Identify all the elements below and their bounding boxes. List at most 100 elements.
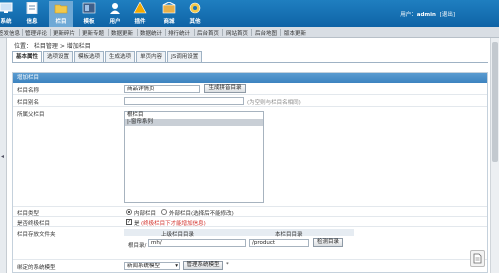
nav-column[interactable]: 栏目 — [49, 1, 73, 27]
name-input[interactable]: 商品详情页 — [124, 85, 200, 93]
nav-shop[interactable]: 商城 — [157, 1, 181, 25]
shop-icon — [161, 1, 177, 15]
menu-item[interactable]: 数据更新 — [111, 29, 133, 37]
menu-item[interactable]: 数据统计 — [140, 29, 162, 37]
final-checkbox[interactable]: ✓ — [126, 219, 132, 225]
type-external-radio[interactable] — [161, 209, 167, 215]
user-name: admin — [416, 12, 436, 18]
user-icon — [107, 1, 123, 15]
menu-separator — [22, 29, 23, 36]
tab-options[interactable]: 选项设置 — [43, 51, 74, 62]
menu-item[interactable]: 更新碎片 — [53, 29, 75, 37]
manage-model-button[interactable]: 管理系统模型 — [183, 261, 223, 270]
dir-self-header: 本栏目目录 — [275, 232, 303, 238]
menu-item[interactable]: 后台地图 — [255, 29, 277, 37]
row-final: 是否终极栏目 ✓ 是 (终极栏目下才能增加信息) — [13, 217, 487, 227]
menu-item[interactable]: 网站首页 — [226, 29, 248, 37]
menu-item[interactable]: 后台首页 — [197, 29, 219, 37]
alias-label: 栏目别名 — [17, 100, 40, 106]
menu-separator — [222, 29, 223, 36]
panel-title: 增加栏目 — [13, 73, 487, 83]
nav-plugin[interactable]: 插件 — [128, 1, 152, 25]
plugin-icon — [132, 1, 148, 15]
generate-pinyin-button[interactable]: 生成拼音目录 — [204, 84, 246, 93]
row-parent: 所属父栏目 根栏目 |-窗帘系列 — [13, 107, 487, 207]
alias-hint: (为空则与栏目名相同) — [247, 100, 301, 106]
tab-template[interactable]: 模板选项 — [74, 51, 105, 62]
row-model: 绑定的系统模型 新闻系统模型 ▾ 管理系统模型 * — [13, 260, 487, 272]
name-label: 栏目名称 — [17, 88, 40, 94]
system-icon — [0, 1, 14, 15]
tab-generate[interactable]: 生成选项 — [105, 51, 136, 62]
gear-icon — [187, 1, 203, 15]
row-directory: 栏目存放文件夹 上级栏目目录 本栏目目录 根目录/ mh/ /product 检… — [13, 227, 487, 260]
final-yes-text: 是 — [134, 221, 140, 227]
tab-page-content[interactable]: 单页内容 — [136, 51, 167, 62]
menu-separator — [165, 29, 166, 36]
info-icon — [24, 1, 40, 15]
row-alias: 栏目别名 (为空则与栏目名相同) — [13, 95, 487, 107]
row-name: 栏目名称 商品详情页 生成拼音目录 — [13, 83, 487, 95]
nav-label: 用户 — [109, 19, 121, 25]
document-icon[interactable] — [470, 250, 485, 267]
nav-label: 信息 — [26, 19, 38, 25]
tab-basic[interactable]: 基本属性 — [12, 51, 43, 62]
directory-header-row — [124, 229, 354, 236]
nav-system[interactable]: 系统 — [0, 1, 18, 25]
menu-item[interactable]: 签发信息 — [0, 29, 20, 37]
quick-menu-bar: 签发信息 管理评论 更新碎片 更新专题 数据更新 数据统计 排行统计 后台首页 … — [0, 27, 499, 38]
dir-parent-input[interactable]: mh/ — [148, 239, 246, 247]
parent-label: 所属父栏目 — [17, 112, 45, 118]
nav-info[interactable]: 信息 — [20, 1, 44, 25]
menu-separator — [79, 29, 80, 36]
menu-separator — [280, 29, 281, 36]
alias-input[interactable] — [124, 97, 244, 105]
logout-link[interactable]: [退出] — [440, 12, 455, 18]
nav-label: 其他 — [189, 19, 201, 25]
nav-template[interactable]: 模板 — [77, 1, 101, 25]
breadcrumb: 位置： 栏目管理 > 增加栏目 — [14, 43, 91, 50]
tab-divider — [12, 62, 488, 63]
nav-label: 栏目 — [55, 19, 67, 25]
menu-item[interactable]: 排行统计 — [168, 29, 190, 37]
directory-label: 栏目存放文件夹 — [17, 232, 56, 238]
type-internal-radio[interactable] — [126, 209, 132, 215]
menu-item[interactable]: 管理评论 — [25, 29, 47, 37]
parent-option[interactable]: 根栏目 — [125, 112, 263, 119]
menu-separator — [108, 29, 109, 36]
menu-item[interactable]: 版本更新 — [284, 29, 306, 37]
dir-self-input[interactable]: /product — [249, 239, 309, 247]
template-icon — [81, 1, 97, 15]
menu-separator — [137, 29, 138, 36]
top-header: 系统 信息 栏目 模板 用户 插件 商城 其他 用户：admin [退出] — [0, 0, 499, 27]
vertical-scrollbar[interactable] — [490, 38, 499, 273]
final-label: 是否终极栏目 — [17, 221, 51, 227]
tab-js-settings[interactable]: JS调用设置 — [167, 51, 203, 62]
dir-parent-header: 上级栏目目录 — [161, 232, 195, 238]
menu-separator — [50, 29, 51, 36]
scrollbar-thumb[interactable] — [492, 42, 498, 162]
row-type: 栏目类型 内部栏目 外部栏目(选择后不能修改) — [13, 207, 487, 217]
sidebar-collapsed-strip[interactable]: ◂ — [0, 38, 7, 273]
nav-label: 系统 — [0, 19, 12, 25]
menu-item[interactable]: 更新专题 — [82, 29, 104, 37]
nav-label: 模板 — [83, 19, 95, 25]
nav-user[interactable]: 用户 — [103, 1, 127, 25]
type-external-text: 外部栏目(选择后不能修改) — [169, 211, 234, 217]
type-label: 栏目类型 — [17, 211, 40, 217]
parent-listbox[interactable]: 根栏目 |-窗帘系列 — [124, 111, 264, 203]
dir-root-text: 根目录/ — [128, 243, 147, 249]
required-asterisk: * — [226, 262, 229, 268]
final-hint: (终极栏目下才能增加信息) — [141, 221, 206, 227]
menu-separator — [194, 29, 195, 36]
parent-option-selected[interactable]: |-窗帘系列 — [125, 119, 263, 126]
nav-other[interactable]: 其他 — [183, 1, 207, 25]
check-directory-button[interactable]: 检测目录 — [313, 238, 343, 247]
nav-label: 插件 — [134, 19, 146, 25]
column-folder-icon — [53, 1, 69, 15]
user-prefix: 用户： — [400, 12, 417, 18]
expand-arrow-icon[interactable]: ◂ — [1, 153, 4, 160]
model-select-value: 新闻系统模型 — [127, 263, 161, 269]
model-select[interactable]: 新闻系统模型 ▾ — [124, 262, 180, 270]
chevron-down-icon: ▾ — [175, 263, 178, 269]
